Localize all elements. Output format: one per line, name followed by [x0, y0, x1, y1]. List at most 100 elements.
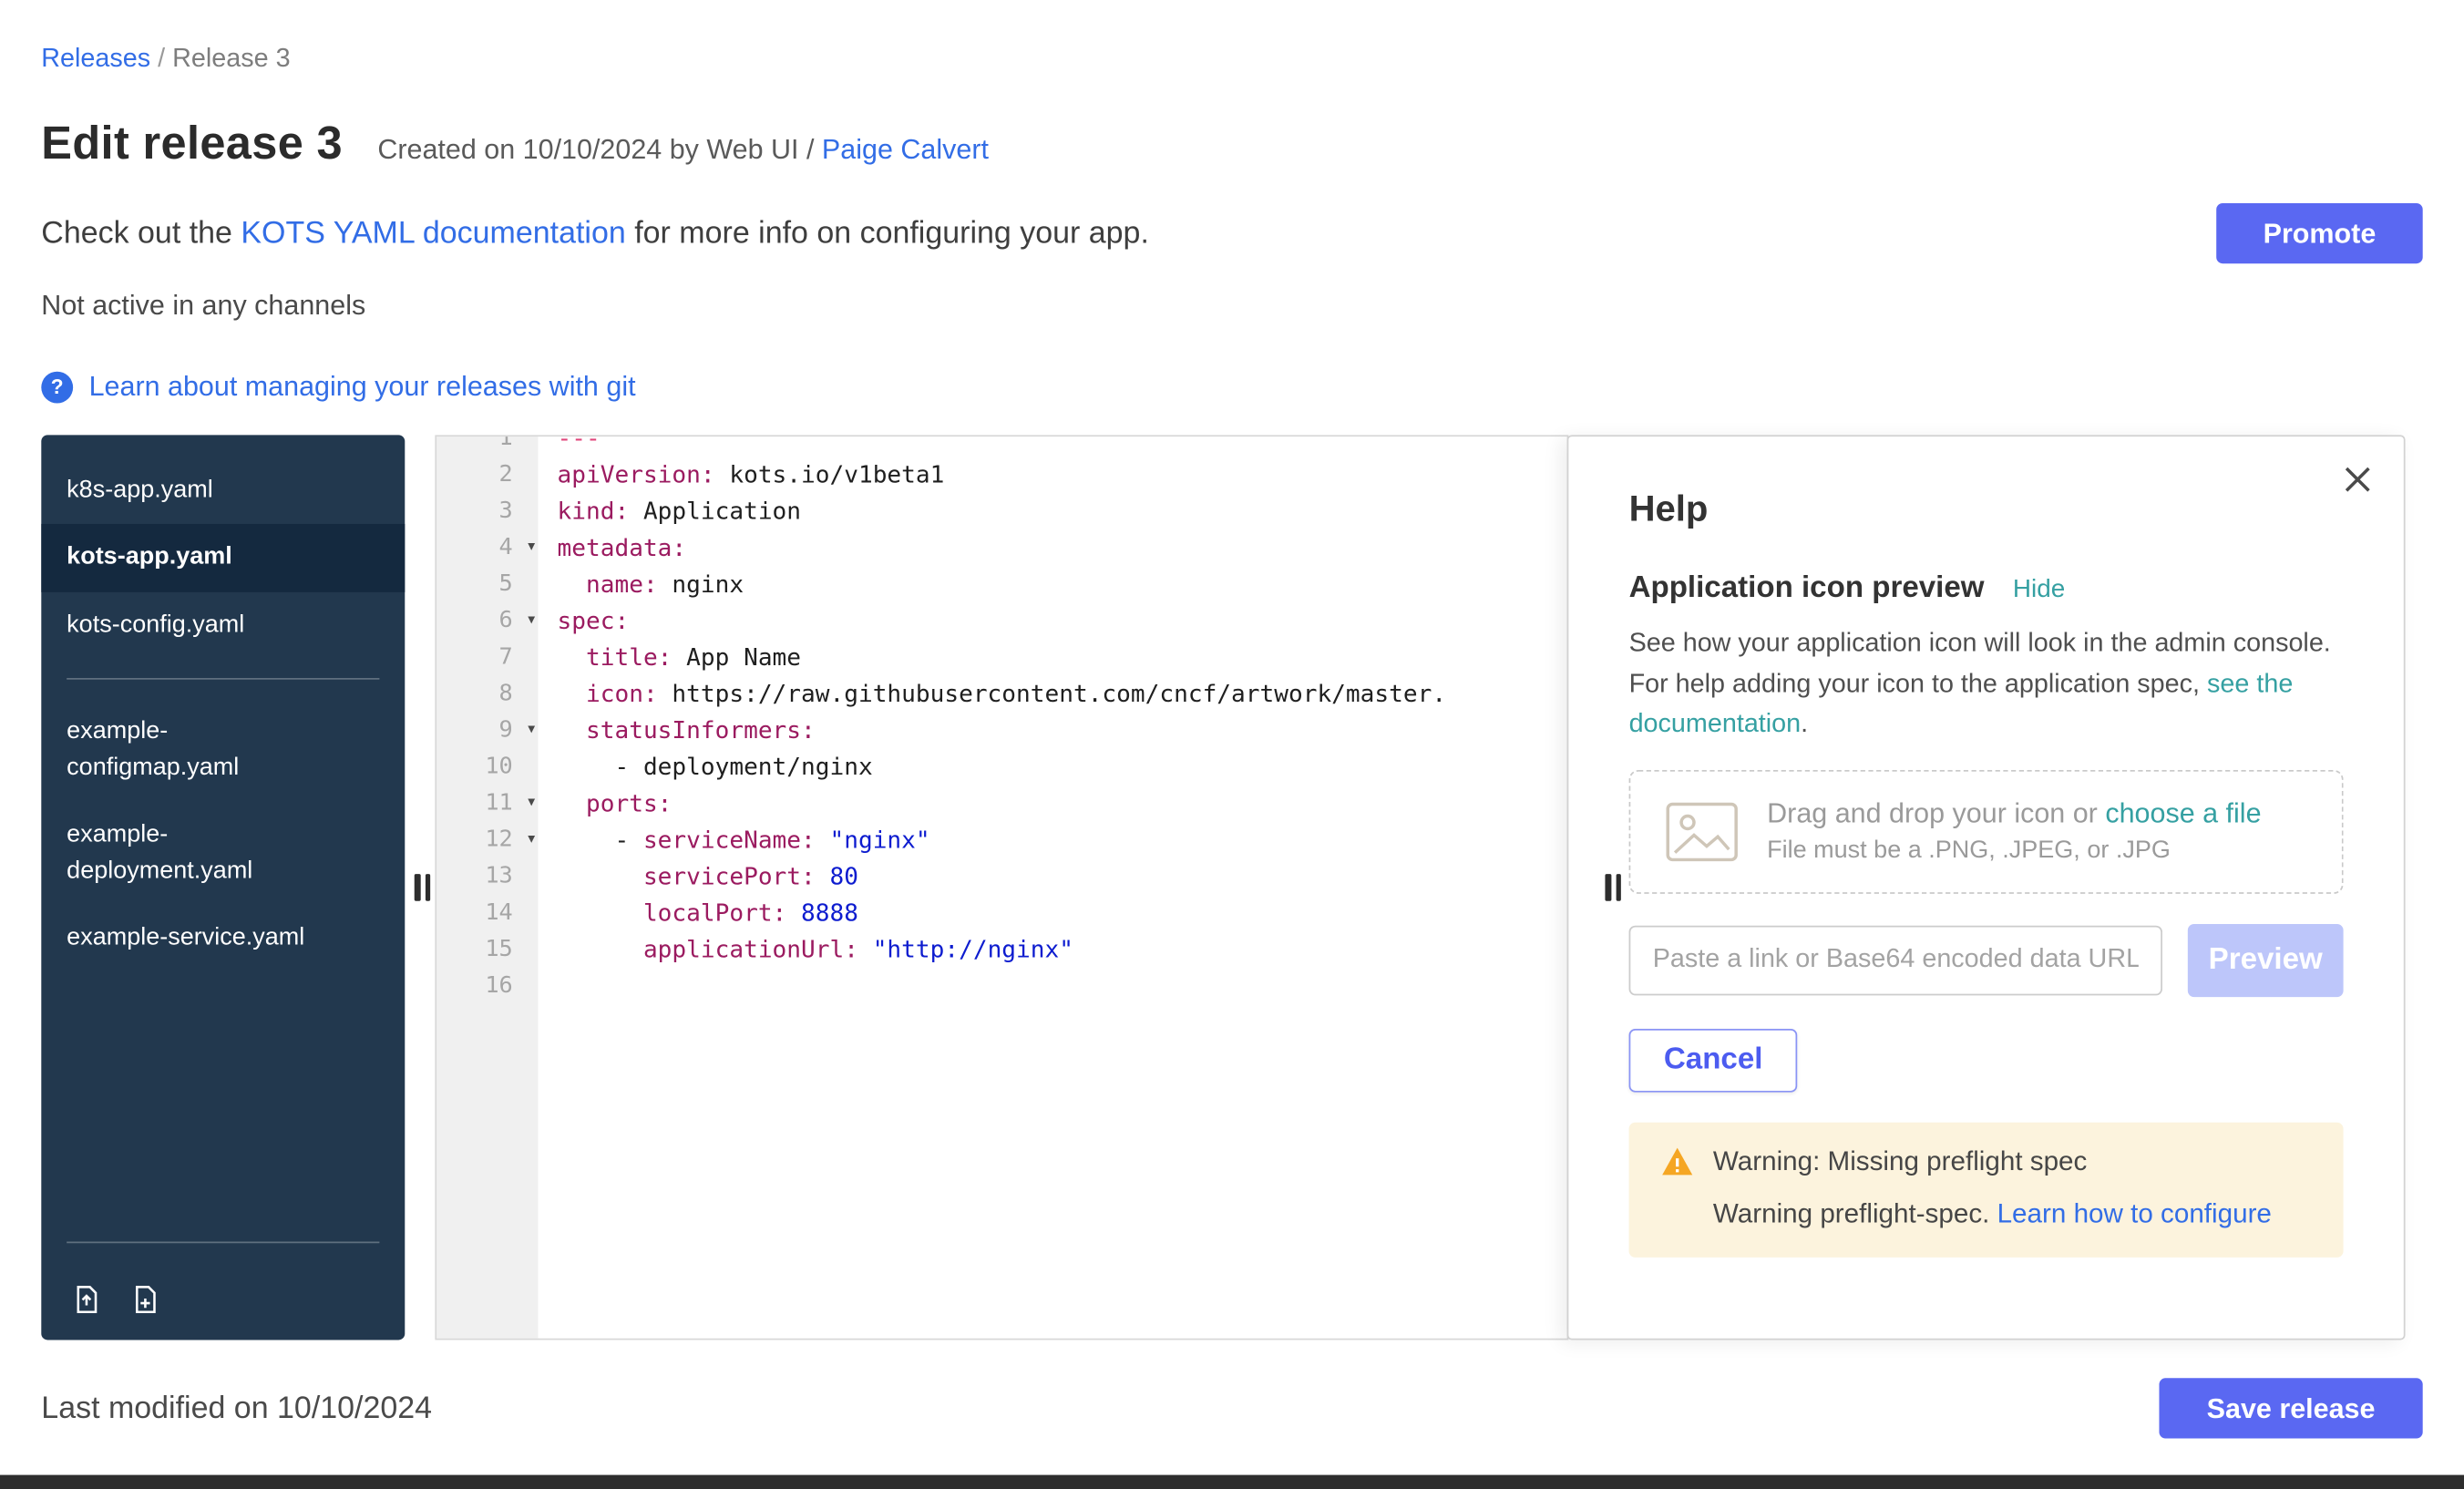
- warning-title: Warning: Missing preflight spec: [1713, 1145, 2087, 1177]
- editor-line[interactable]: 3 kind: Application: [436, 492, 1566, 529]
- fold-arrow-icon[interactable]: ▾: [528, 611, 535, 627]
- sidebar-item-file[interactable]: example-configmap.yaml: [41, 699, 405, 802]
- dropzone-line1-text: Drag and drop your icon or: [1767, 797, 2105, 829]
- add-file-icon[interactable]: [128, 1283, 162, 1317]
- created-author-link[interactable]: Paige Calvert: [822, 133, 989, 165]
- editor-line[interactable]: 8 icon: https://raw.githubusercontent.co…: [436, 674, 1566, 711]
- code-text: - deployment/nginx: [539, 752, 873, 780]
- code-text: localPort: 8888: [539, 898, 858, 926]
- code-text: ---: [539, 435, 601, 451]
- editor-line[interactable]: 5 name: nginx: [436, 565, 1566, 601]
- dropzone-line2: File must be a .PNG, .JPEG, or .JPG: [1767, 837, 2261, 866]
- upload-file-icon[interactable]: [70, 1283, 104, 1317]
- sidebar-item-file[interactable]: example-deployment.yaml: [41, 802, 405, 905]
- line-number: 6▾: [436, 607, 539, 632]
- fold-arrow-icon[interactable]: ▾: [528, 539, 535, 554]
- editor-line[interactable]: 1 ---: [436, 435, 1566, 456]
- sidebar-resize-handle[interactable]: [415, 874, 430, 901]
- line-number: 1: [436, 435, 539, 450]
- line-number: 4▾: [436, 534, 539, 560]
- icon-preview-header: Application icon preview Hide: [1629, 571, 2344, 606]
- line-number: 7: [436, 643, 539, 669]
- code-text: metadata:: [539, 533, 687, 561]
- yaml-editor[interactable]: 1 --- 2apiVersion: kots.io/v1beta1 3 kind: A…: [435, 435, 1568, 1340]
- image-placeholder-icon: [1666, 801, 1739, 861]
- git-help-link[interactable]: Learn about managing your releases with …: [89, 370, 636, 404]
- editor-line[interactable]: 12▾ - serviceName: "nginx": [436, 821, 1566, 857]
- code-text: kind: Application: [539, 496, 801, 524]
- editor-line[interactable]: 9▾ statusInformers:: [436, 712, 1566, 748]
- code-text: ports:: [539, 788, 672, 816]
- code-text: icon: https://raw.githubusercontent.com/…: [539, 679, 1446, 707]
- save-release-button[interactable]: Save release: [2159, 1378, 2422, 1438]
- dropzone-text: Drag and drop your icon or choose a file…: [1767, 797, 2261, 866]
- line-number: 9▾: [436, 717, 539, 743]
- line-number-text: 8: [499, 681, 513, 706]
- warning-body: Warning preflight-spec.: [1713, 1198, 1997, 1228]
- editor-line[interactable]: 13 servicePort: 80: [436, 857, 1566, 894]
- warning-triangle-icon: [1660, 1146, 1694, 1176]
- cancel-button[interactable]: Cancel: [1629, 1028, 1798, 1092]
- line-number: 3: [436, 498, 539, 523]
- close-icon[interactable]: [2344, 465, 2372, 493]
- line-number-text: 9: [499, 717, 513, 743]
- editor-line[interactable]: 7 title: App Name: [436, 638, 1566, 674]
- preflight-warning-box: Warning: Missing preflight spec Warning …: [1629, 1122, 2344, 1257]
- choose-file-link[interactable]: choose a file: [2105, 797, 2261, 829]
- editor-line[interactable]: 14 localPort: 8888: [436, 894, 1566, 930]
- breadcrumb-separator: /: [150, 45, 172, 73]
- line-number: 15: [436, 936, 539, 961]
- line-number: 14: [436, 899, 539, 925]
- breadcrumb: Releases / Release 3: [41, 45, 2422, 75]
- line-number-text: 1: [499, 435, 513, 450]
- line-number-text: 15: [485, 936, 512, 961]
- editor-line[interactable]: 15 applicationUrl: "http://nginx": [436, 930, 1566, 967]
- line-number: 12▾: [436, 827, 539, 852]
- fold-arrow-icon[interactable]: ▾: [528, 722, 535, 737]
- icon-url-row: Preview: [1629, 923, 2344, 996]
- sidebar-item-file[interactable]: k8s-app.yaml: [41, 457, 405, 525]
- hide-link[interactable]: Hide: [2013, 576, 2065, 604]
- line-number-text: 16: [485, 972, 512, 998]
- editor-line[interactable]: 11▾ ports:: [436, 785, 1566, 821]
- sidebar-item-label: example-service.yaml: [67, 921, 304, 957]
- editor-line[interactable]: 16: [436, 967, 1566, 1003]
- help-panel-title: Help: [1629, 488, 2344, 530]
- icon-dropzone[interactable]: Drag and drop your icon or choose a file…: [1629, 769, 2344, 893]
- editor-line[interactable]: 4▾metadata:: [436, 529, 1566, 565]
- created-info: Created on 10/10/2024 by Web UI / Paige …: [377, 133, 989, 167]
- breadcrumb-releases-link[interactable]: Releases: [41, 45, 150, 73]
- code-text: applicationUrl: "http://nginx": [539, 934, 1073, 962]
- preview-button[interactable]: Preview: [2188, 923, 2344, 996]
- learn-configure-link[interactable]: Learn how to configure: [1997, 1198, 2272, 1228]
- sidebar-divider: [67, 679, 379, 681]
- git-help-row[interactable]: ? Learn about managing your releases wit…: [41, 370, 2422, 404]
- edit-release-page: Releases / Release 3 Edit release 3 Crea…: [0, 0, 2464, 1489]
- editor-line[interactable]: 2apiVersion: kots.io/v1beta1: [436, 456, 1566, 492]
- line-number: 11▾: [436, 790, 539, 816]
- line-number-text: 3: [499, 498, 513, 523]
- editor-line[interactable]: 6▾spec:: [436, 601, 1566, 638]
- kots-yaml-doc-link[interactable]: KOTS YAML documentation: [241, 215, 625, 250]
- promote-button[interactable]: Promote: [2216, 203, 2422, 263]
- sidebar-example-list: example-configmap.yamlexample-deployment…: [41, 699, 405, 972]
- line-number-text: 13: [485, 863, 512, 888]
- doc-row: Check out the KOTS YAML documentation fo…: [41, 203, 2422, 263]
- code-text: - serviceName: "nginx": [539, 825, 930, 853]
- workspace: k8s-app.yamlkots-app.yamlkots-config.yam…: [41, 435, 2422, 1340]
- fold-arrow-icon[interactable]: ▾: [528, 795, 535, 810]
- code-text: apiVersion: kots.io/v1beta1: [539, 459, 945, 488]
- question-circle-icon: ?: [41, 371, 73, 403]
- sidebar-item-file[interactable]: kots-app.yaml: [41, 525, 405, 592]
- sidebar-item-file[interactable]: kots-config.yaml: [41, 592, 405, 660]
- help-panel-resize-handle[interactable]: [1605, 874, 1620, 901]
- sidebar-actions: [41, 1262, 405, 1340]
- doc-text-prefix: Check out the: [41, 215, 241, 250]
- line-number: 5: [436, 570, 539, 596]
- breadcrumb-current: Release 3: [172, 45, 290, 73]
- editor-line[interactable]: 10 - deployment/nginx: [436, 748, 1566, 785]
- icon-url-input[interactable]: [1629, 925, 2162, 995]
- sidebar-item-file[interactable]: example-service.yaml: [41, 906, 405, 973]
- fold-arrow-icon[interactable]: ▾: [528, 831, 535, 847]
- icon-preview-title: Application icon preview: [1629, 571, 1985, 606]
